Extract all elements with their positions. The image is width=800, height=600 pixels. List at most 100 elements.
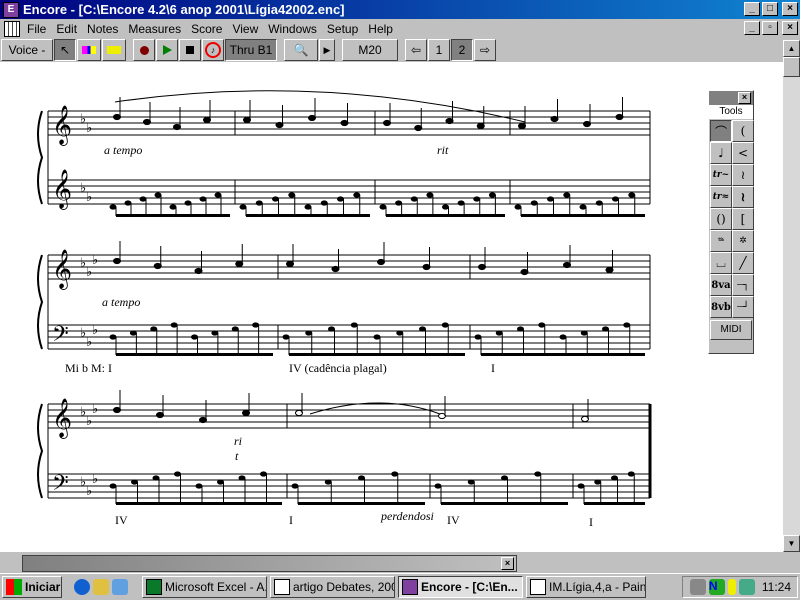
crescendo-tool-icon[interactable]: <	[732, 142, 754, 164]
note-head	[426, 192, 434, 198]
ottava-end-tool-icon[interactable]: ┄┐	[732, 274, 754, 296]
page-1-button[interactable]: 1	[428, 39, 450, 61]
task-excel[interactable]: Microsoft Excel - A...	[142, 576, 267, 598]
prev-page-button[interactable]: ⇦	[405, 39, 427, 61]
next-page-button[interactable]: ⇨	[474, 39, 496, 61]
note-head	[383, 119, 391, 127]
note-head	[295, 409, 303, 417]
palette-caption[interactable]: ×	[709, 91, 753, 105]
scroll-down-button[interactable]: ▼	[783, 535, 800, 552]
minimized-panel[interactable]: ×	[22, 555, 517, 572]
note-head	[170, 322, 178, 328]
page-2-button[interactable]: 2	[451, 39, 473, 61]
panel-close-button[interactable]: ×	[501, 557, 514, 570]
task-encore[interactable]: Encore - [C:\En...	[398, 576, 523, 598]
menu-file[interactable]: File	[22, 22, 51, 36]
midi-tool-button[interactable]: MIDI	[710, 320, 752, 340]
note-head	[488, 192, 496, 198]
doc-restore-button[interactable]: ▫	[762, 21, 778, 35]
play-button[interactable]	[156, 39, 178, 61]
menu-bar: File Edit Notes Measures Score View Wind…	[0, 19, 800, 38]
expression-perdendosi: perdendosi	[381, 509, 434, 523]
start-button[interactable]: Iniciar	[2, 576, 62, 598]
note-head	[595, 200, 603, 206]
trill-tool-icon[interactable]: tr~	[710, 164, 732, 186]
analysis-label: IV (cadência plagal)	[289, 361, 387, 375]
network-icon[interactable]	[689, 579, 706, 595]
volume-icon[interactable]	[727, 579, 736, 595]
pencil-tool-button[interactable]	[102, 39, 126, 61]
ottava-bassa-tool-icon[interactable]: 8vb	[710, 296, 732, 318]
record-button[interactable]	[133, 39, 155, 61]
menu-help[interactable]: Help	[363, 22, 398, 36]
arpeggio-tool-icon[interactable]: ≀	[732, 164, 754, 186]
task-word[interactable]: artigo Debates, 200...	[270, 576, 395, 598]
internet-explorer-icon[interactable]	[74, 579, 90, 595]
encore-app-icon[interactable]: E	[3, 1, 19, 18]
note-head	[550, 115, 559, 123]
norton-icon[interactable]: N	[708, 579, 725, 595]
pedal-tool-icon[interactable]: 𝆮	[710, 230, 732, 252]
grace-note-tool-icon[interactable]: ♩	[710, 142, 732, 164]
menu-windows[interactable]: Windows	[263, 22, 322, 36]
note-head	[129, 330, 137, 336]
note-head	[191, 334, 198, 340]
menu-setup[interactable]: Setup	[322, 22, 363, 36]
trill-wavy-tool-icon[interactable]: tr≈	[710, 186, 732, 208]
menu-view[interactable]: View	[227, 22, 263, 36]
doc-close-button[interactable]: ×	[782, 21, 798, 35]
desktop-icon[interactable]	[93, 579, 109, 595]
stop-button[interactable]	[179, 39, 201, 61]
glissando-tool-icon[interactable]: ╱	[732, 252, 754, 274]
menu-measures[interactable]: Measures	[123, 22, 186, 36]
note-head	[611, 475, 618, 481]
voice-selector[interactable]: Voice -	[1, 39, 53, 61]
thru-selector[interactable]: Thru B1	[225, 39, 277, 61]
note-head	[174, 471, 181, 477]
note-head	[288, 192, 296, 198]
note-head	[628, 192, 636, 198]
channels-icon[interactable]	[112, 579, 128, 595]
menu-score[interactable]: Score	[186, 22, 227, 36]
doc-minimize-button[interactable]: _	[744, 21, 760, 35]
phrase-bracket-tool-icon[interactable]: (	[732, 120, 754, 142]
mute-button[interactable]: ♪	[202, 39, 224, 61]
note-head	[239, 204, 247, 210]
note-head	[474, 334, 482, 340]
bracket-tool-icon[interactable]: [	[732, 208, 754, 230]
close-button[interactable]: ×	[782, 2, 798, 16]
task-label: IM.Lígia,4,a - Paint	[549, 580, 646, 594]
zoom-button[interactable]: 🔍	[284, 39, 318, 61]
slur-tool-icon[interactable]: ⌒	[710, 120, 732, 142]
scroll-thumb[interactable]	[783, 57, 800, 77]
measure-indicator[interactable]: M20	[342, 39, 398, 61]
minimize-button[interactable]: _	[744, 2, 760, 16]
task-label: Encore - [C:\En...	[421, 580, 518, 594]
maximize-button[interactable]: □	[762, 2, 778, 16]
ottava-bassa-end-tool-icon[interactable]: ┄┘	[732, 296, 754, 318]
note-head	[331, 265, 340, 273]
parenthesis-tool-icon[interactable]: ()	[710, 208, 732, 230]
beam	[116, 502, 282, 505]
vertical-scrollbar[interactable]: ▲ ▼	[783, 40, 800, 552]
palette-close-button[interactable]: ×	[738, 92, 751, 104]
score-page[interactable]: 𝄞 𝄞 ♭ ♭ ♭ ♭ 𝄞 𝄢 ♭ ♭ ♭ ♭ ♭ ♭ 𝄞 𝄢 ♭ ♭ ♭ ♭ ♭ ♭ a tempo rit a tem…	[0, 62, 783, 552]
scroll-up-button[interactable]: ▲	[783, 40, 800, 57]
ottava-tool-icon[interactable]: 8va	[710, 274, 732, 296]
document-icon[interactable]	[4, 20, 20, 37]
tools-palette[interactable]: × Tools ⌒ ( ♩ < tr~ ≀ tr≈ ≀ () [ 𝆮 ✲ ⌴ ╱…	[708, 90, 754, 354]
bend-tool-icon[interactable]: ⌴	[710, 252, 732, 274]
menu-notes[interactable]: Notes	[82, 22, 123, 36]
arpeggio-bold-tool-icon[interactable]: ≀	[732, 186, 754, 208]
arrow-tool-button[interactable]: ↖	[54, 39, 76, 61]
color-tool-button[interactable]	[77, 39, 101, 61]
note-head	[627, 471, 635, 477]
sis-icon[interactable]	[738, 579, 755, 595]
menu-edit[interactable]: Edit	[51, 22, 82, 36]
note-head	[109, 483, 117, 489]
flat-sign: ♭	[92, 471, 98, 486]
task-paint[interactable]: IM.Lígia,4,a - Paint	[526, 576, 646, 598]
note-head	[442, 204, 449, 210]
zoom-menu-button[interactable]: ▶	[319, 39, 335, 61]
pedal-release-tool-icon[interactable]: ✲	[732, 230, 754, 252]
